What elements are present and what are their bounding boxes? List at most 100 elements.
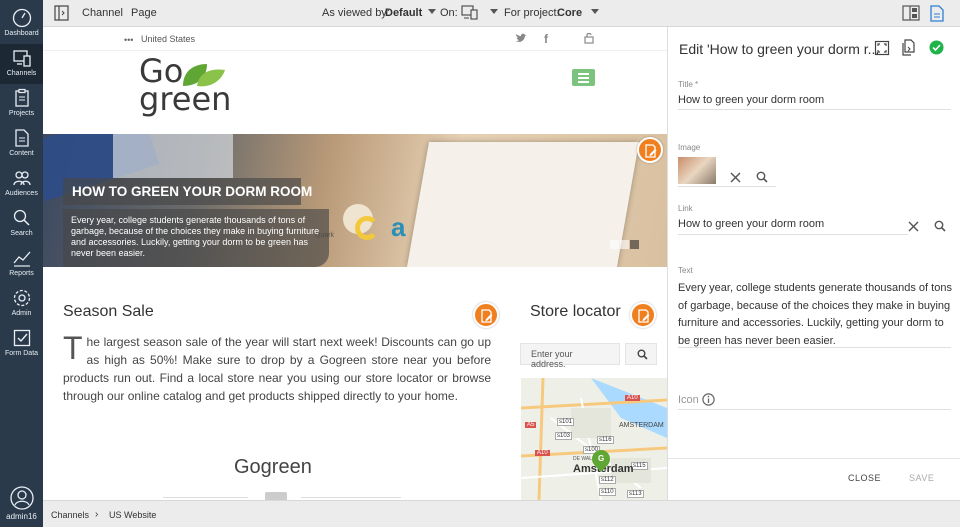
image-label: Image — [678, 143, 701, 152]
carousel-dot[interactable] — [610, 240, 619, 249]
carousel-dot[interactable] — [620, 240, 629, 249]
channel-tab[interactable]: Channel — [82, 7, 123, 19]
text-label: Text — [678, 266, 693, 275]
clear-link-icon[interactable] — [908, 221, 919, 232]
nav-item-form-data[interactable]: Form Data — [0, 324, 43, 364]
nav-label: Content — [9, 150, 34, 157]
panel-title: Edit 'How to green your dorm r... — [679, 41, 880, 57]
site-logo[interactable]: Go green — [139, 55, 231, 115]
title-field[interactable]: How to green your dorm room — [678, 94, 824, 106]
hero-text: Every year, college students generate th… — [63, 209, 329, 267]
channels-icon — [12, 50, 31, 67]
nav-user[interactable]: admin16 — [0, 484, 43, 524]
close-button[interactable]: CLOSE — [848, 473, 881, 483]
left-navigation: Dashboard Channels Projects Content Audi… — [0, 0, 43, 527]
info-icon[interactable] — [702, 393, 715, 406]
viewed-by-value[interactable]: Default — [385, 7, 422, 19]
breadcrumb-us-website[interactable]: US Website — [109, 510, 156, 520]
nav-label: Dashboard — [4, 30, 39, 37]
hero-sticker-a: a — [391, 212, 406, 242]
facebook-icon[interactable]: f — [544, 32, 548, 46]
viewed-by-label: As viewed by: — [322, 7, 390, 19]
menu-bar — [578, 77, 589, 79]
address-input[interactable]: Enter your address. — [520, 343, 620, 369]
season-sale-title: Season Sale — [63, 303, 154, 320]
nav-label: Admin — [11, 310, 32, 317]
page-tab[interactable]: Page — [131, 7, 157, 19]
season-sale-body: The largest season sale of the year will… — [63, 332, 491, 405]
leaf-icon — [183, 64, 225, 87]
carousel-dot[interactable] — [630, 240, 639, 249]
nav-label: Audiences — [5, 190, 38, 197]
address-search-button[interactable] — [625, 343, 657, 365]
search-icon — [637, 349, 648, 360]
project-dropdown[interactable] — [486, 5, 502, 17]
search-icon — [13, 209, 30, 226]
map-pin-letter: G — [598, 454, 605, 463]
nav-item-channels[interactable]: Channels — [0, 44, 43, 84]
open-document-icon[interactable] — [901, 39, 916, 56]
title-label: Title * — [678, 80, 699, 89]
nav-item-audiences[interactable]: Audiences — [0, 164, 43, 204]
site-menu-button[interactable] — [572, 69, 595, 86]
nav-item-reports[interactable]: Reports — [0, 244, 43, 284]
toggle-sidebar-icon[interactable] — [54, 5, 69, 21]
fullscreen-icon[interactable] — [874, 40, 890, 56]
viewed-by-dropdown[interactable] — [424, 5, 440, 17]
lock-icon[interactable] — [584, 32, 594, 44]
user-name: admin16 — [6, 512, 37, 521]
edit-document-icon — [481, 309, 493, 323]
save-button[interactable]: SAVE — [909, 473, 934, 483]
link-field[interactable]: How to green your dorm room — [678, 218, 824, 230]
edit-banner-button[interactable] — [637, 137, 663, 163]
store-map[interactable]: A10 A5 s101 s103 s116 s100 A10 s115 s112… — [521, 378, 667, 500]
layout-icon[interactable] — [902, 5, 920, 21]
edit-panel: Edit 'How to green your dorm r... Title … — [667, 27, 960, 500]
nav-item-projects[interactable]: Projects — [0, 84, 43, 124]
twitter-icon[interactable] — [515, 33, 527, 44]
hero-sticker-c — [355, 216, 379, 240]
nav-label: Channels — [6, 70, 37, 77]
hero-banner[interactable]: a Quark HOW TO GREEN YOUR DORM ROOM Ever… — [43, 134, 667, 267]
chevron-down-icon — [428, 8, 436, 14]
country-selector[interactable]: United States — [141, 34, 195, 44]
page-preview: ••• United States f Go green a Quark HOW… — [43, 27, 667, 500]
nav-item-search[interactable]: Search — [0, 204, 43, 244]
nav-item-dashboard[interactable]: Dashboard — [0, 4, 43, 44]
image-thumbnail[interactable] — [678, 157, 716, 184]
hero-papers — [113, 134, 233, 178]
more-dots-icon[interactable]: ••• — [124, 35, 133, 45]
carousel-dots[interactable] — [610, 236, 640, 254]
road-label: s103 — [555, 432, 573, 440]
device-icon[interactable] — [461, 5, 479, 20]
cart-icon — [265, 492, 287, 500]
nav-label: Form Data — [4, 350, 39, 357]
nav-item-admin[interactable]: Admin — [0, 284, 43, 324]
project-value[interactable]: Core — [557, 7, 582, 19]
road-label: s110 — [599, 488, 616, 496]
title-field-underline — [678, 109, 951, 110]
season-sale-text: he largest season sale of the year will … — [63, 335, 491, 403]
breadcrumb-channels[interactable]: Channels — [51, 510, 89, 520]
admin-icon — [13, 289, 30, 307]
text-field[interactable]: Every year, college students generate th… — [678, 280, 953, 350]
browse-link-icon[interactable] — [934, 220, 946, 232]
nav-label: Projects — [8, 110, 35, 117]
clear-image-icon[interactable] — [730, 172, 741, 183]
form-data-icon — [13, 329, 30, 347]
edit-store-locator-button[interactable] — [630, 302, 656, 328]
menu-bar — [578, 81, 589, 83]
breadcrumb: Channels › US Website — [43, 500, 960, 527]
edit-sale-button[interactable] — [473, 302, 499, 328]
browse-image-icon[interactable] — [756, 171, 768, 183]
status-ok-icon — [929, 40, 944, 55]
document-icon[interactable] — [930, 5, 944, 22]
icon-field-underline — [678, 409, 951, 410]
project-value-dropdown[interactable] — [587, 5, 603, 17]
divider — [163, 497, 248, 498]
edit-document-icon — [638, 309, 650, 323]
road-label: s116 — [597, 436, 614, 444]
project-label: For project: — [504, 7, 560, 19]
nav-item-content[interactable]: Content — [0, 124, 43, 164]
image-field-underline — [678, 186, 776, 187]
